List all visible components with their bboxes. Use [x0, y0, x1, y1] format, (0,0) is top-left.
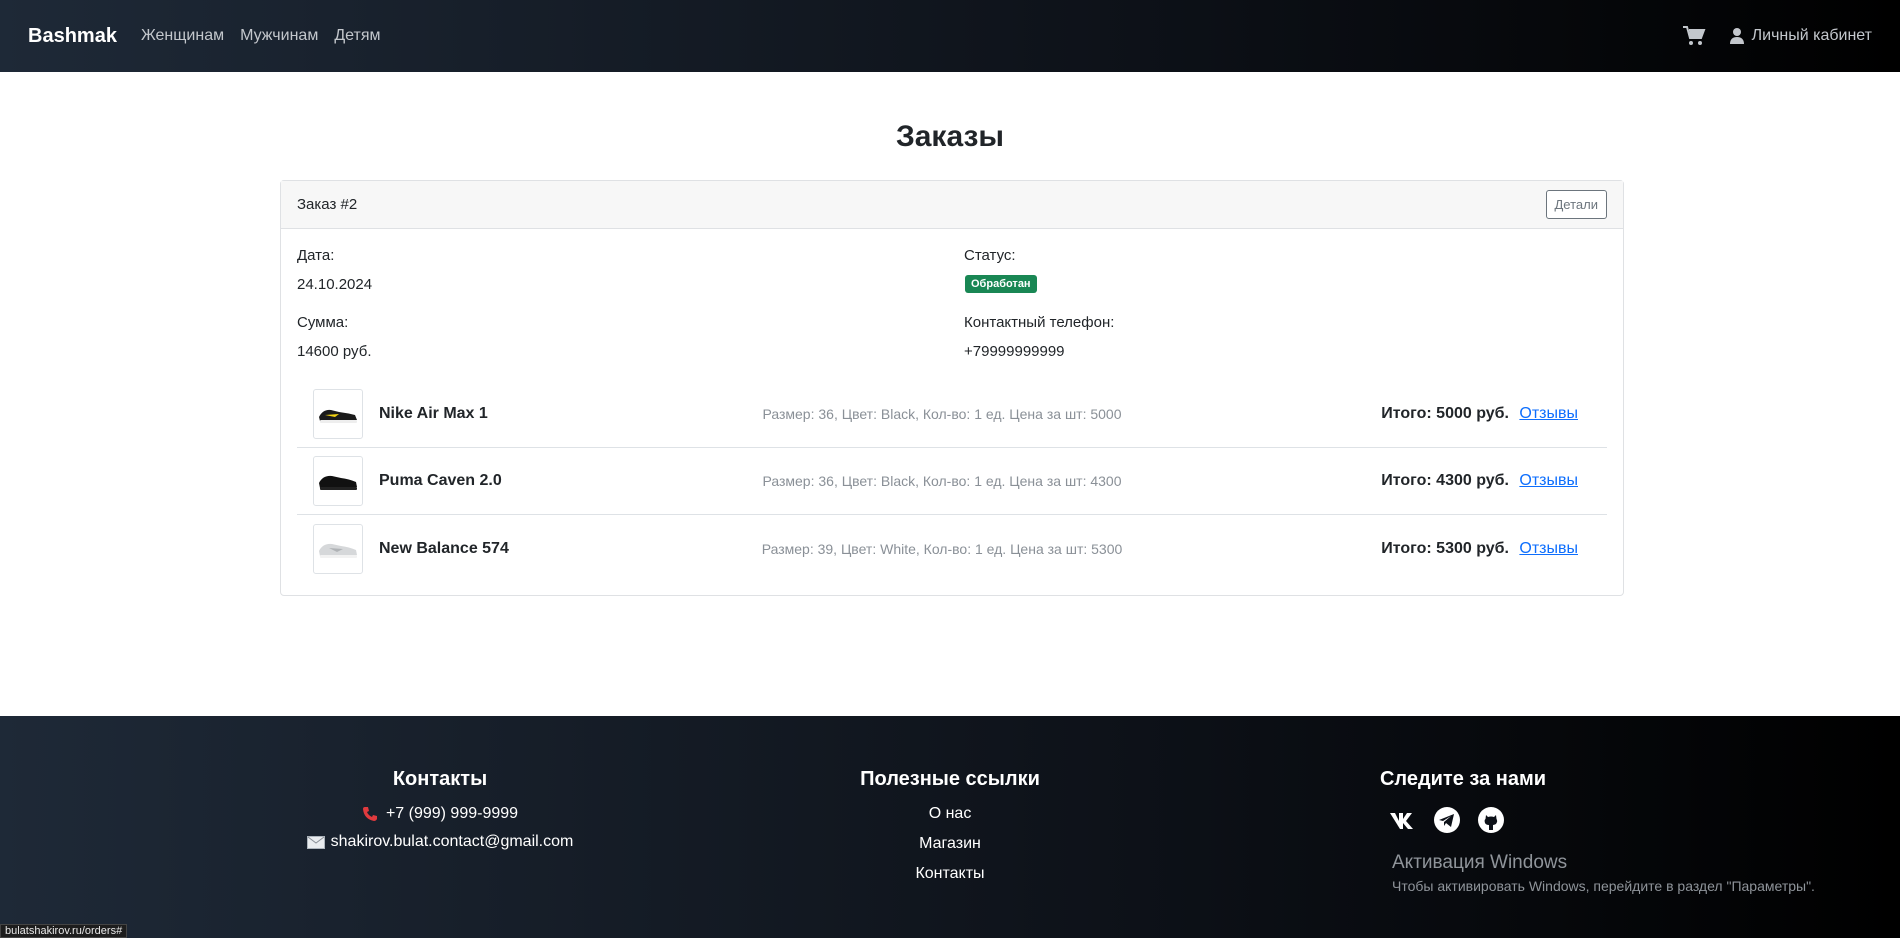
phone-icon	[362, 807, 377, 821]
footer-link-contacts[interactable]: Контакты	[750, 865, 1150, 883]
windows-activation-title: Активация Windows	[1392, 852, 1568, 873]
footer-email-text[interactable]: shakirov.bulat.contact@gmail.com	[331, 833, 574, 851]
item-total: Итого: 5000 руб.	[1381, 405, 1509, 422]
list-item: Nike Air Max 1 Размер: 36, Цвет: Black, …	[297, 381, 1607, 448]
navbar: Bashmak Женщинам Мужчинам Детям Личный к…	[0, 0, 1900, 72]
follow-title: Следите за нами	[1379, 768, 1547, 790]
social-icons	[1231, 805, 1663, 835]
user-icon	[1729, 28, 1744, 44]
order-card: Заказ #2 Детали Дата: 24.10.2024 Сумма: …	[280, 180, 1624, 596]
item-name: New Balance 574	[379, 539, 509, 557]
phone-label: Контактный телефон:	[964, 314, 1115, 331]
date-label: Дата:	[297, 247, 335, 264]
product-image-new-balance	[313, 523, 363, 574]
windows-activation-text: Чтобы активировать Windows, перейдите в …	[1392, 878, 1815, 894]
item-description: Размер: 36, Цвет: Black, Кол-во: 1 ед. Ц…	[762, 406, 1122, 422]
list-item: New Balance 574 Размер: 39, Цвет: White,…	[297, 515, 1607, 582]
footer-contacts: Контакты +7 (999) 999-9999 shakirov.bula…	[240, 768, 640, 861]
vk-icon[interactable]	[1388, 805, 1418, 835]
footer-phone-text[interactable]: +7 (999) 999-9999	[386, 805, 518, 823]
footer-link-shop[interactable]: Магазин	[750, 835, 1150, 853]
nav-link-women[interactable]: Женщинам	[141, 27, 224, 45]
contacts-title: Контакты	[392, 768, 488, 790]
sum-value: 14600 руб.	[297, 343, 372, 360]
account-label: Личный кабинет	[1751, 27, 1872, 44]
item-name: Puma Caven 2.0	[379, 472, 502, 489]
item-description: Размер: 39, Цвет: White, Кол-во: 1 ед. Ц…	[761, 540, 1123, 557]
nav-link-men[interactable]: Мужчинам	[240, 27, 318, 45]
footer-email: shakirov.bulat.contact@gmail.com	[240, 833, 640, 851]
item-total: Итого: 4300 руб.	[1381, 472, 1509, 489]
date-value: 24.10.2024	[297, 276, 373, 293]
footer-links: Полезные ссылки О нас Магазин Контакты	[750, 768, 1150, 895]
brand-logo[interactable]: Bashmak	[28, 25, 117, 48]
nav-link-kids[interactable]: Детям	[334, 27, 380, 45]
mail-icon	[306, 835, 325, 849]
phone-value: +79999999999	[964, 343, 1065, 360]
product-image-nike	[313, 389, 363, 439]
order-number: Заказ #2	[297, 196, 358, 213]
list-item: Puma Caven 2.0 Размер: 36, Цвет: Black, …	[297, 448, 1607, 515]
footer-link-about[interactable]: О нас	[750, 805, 1150, 823]
reviews-link[interactable]: Отзывы	[1519, 405, 1578, 423]
nav-right: Личный кабинет	[1682, 25, 1872, 47]
order-card-header: Заказ #2 Детали	[281, 181, 1623, 229]
details-button[interactable]: Детали	[1545, 190, 1607, 219]
footer-phone: +7 (999) 999-9999	[240, 805, 640, 823]
item-description: Размер: 36, Цвет: Black, Кол-во: 1 ед. Ц…	[762, 473, 1122, 489]
order-items-list: Nike Air Max 1 Размер: 36, Цвет: Black, …	[297, 381, 1607, 582]
account-link[interactable]: Личный кабинет	[1729, 27, 1872, 45]
item-name: Nike Air Max 1	[379, 405, 488, 422]
status-label: Статус:	[964, 247, 1016, 264]
reviews-link[interactable]: Отзывы	[1519, 472, 1578, 490]
status-bar-url: bulatshakirov.ru/orders#	[0, 924, 128, 938]
item-total: Итого: 5300 руб.	[1381, 539, 1509, 557]
product-image-puma	[313, 456, 363, 506]
footer-social: Следите за нами	[1263, 768, 1663, 835]
footer: Контакты +7 (999) 999-9999 shakirov.bula…	[0, 716, 1900, 938]
cart-icon[interactable]	[1682, 25, 1706, 47]
telegram-icon[interactable]	[1432, 805, 1462, 835]
page-title: Заказы	[895, 120, 1005, 153]
sum-label: Сумма:	[297, 314, 349, 331]
status-badge: Обработан	[965, 275, 1037, 293]
github-icon[interactable]	[1476, 805, 1506, 835]
links-title: Полезные ссылки	[860, 768, 1040, 790]
reviews-link[interactable]: Отзывы	[1519, 540, 1578, 558]
